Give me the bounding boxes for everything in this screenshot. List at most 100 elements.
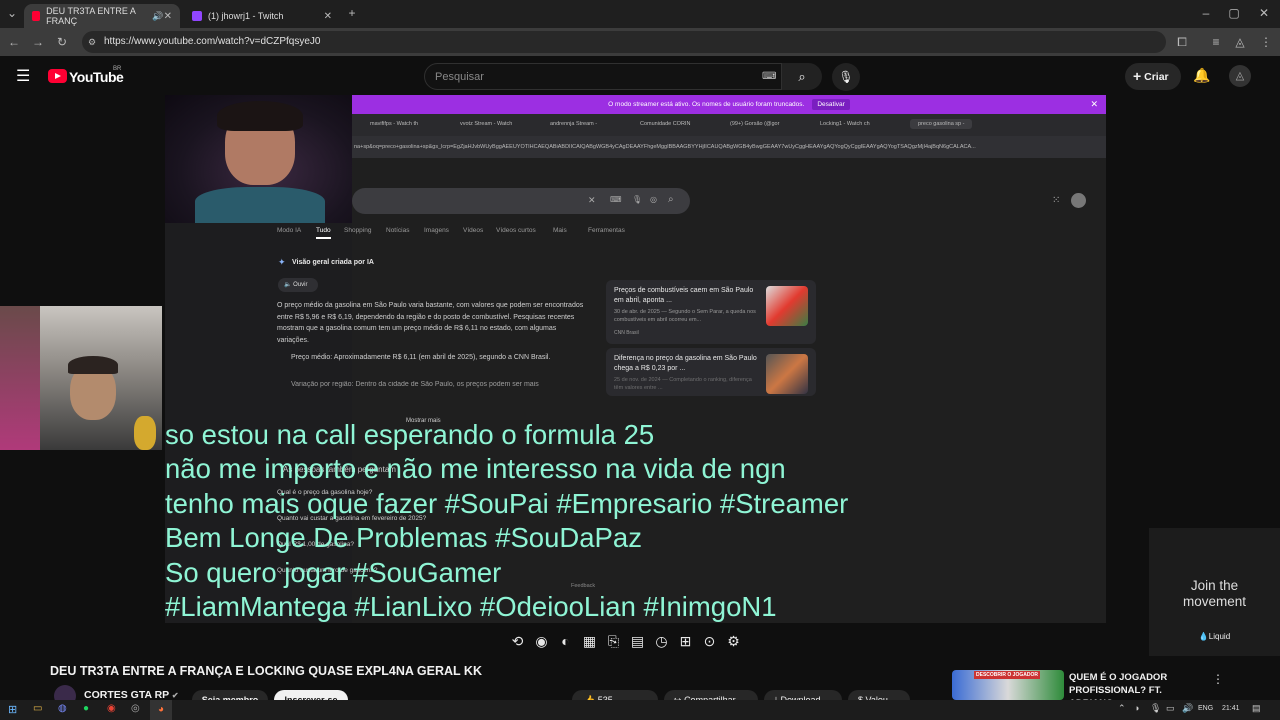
clock[interactable]: 21:41 bbox=[1222, 705, 1240, 712]
camera-icon[interactable]: ⊙ bbox=[702, 633, 717, 650]
create-button[interactable]: + Criar bbox=[1125, 63, 1181, 90]
obs-icon[interactable]: ◎ bbox=[131, 703, 140, 714]
inner-tab-strip: mavififps - Watch th vvotz Stream - Watc… bbox=[352, 114, 1106, 136]
extensions-icon[interactable]: ⧠ bbox=[1174, 34, 1190, 50]
inner-tab: andrennja Stream - bbox=[550, 121, 598, 127]
news-card-desc: 25 de nov. de 2024 — Completando o ranki… bbox=[614, 377, 752, 391]
speed-icon[interactable]: ◷ bbox=[654, 633, 669, 650]
inner-url-bar: na+sp&oq=preco+gasolina+sp&gs_lcrp=EgZja… bbox=[352, 136, 1106, 158]
chrome-icon[interactable]: ◉ bbox=[107, 703, 116, 714]
player-controls: ⟲ ◉ ◐ ▦ ⎘ ▤ ◷ ⊞ ⊙ ⚙ bbox=[510, 630, 760, 652]
tab-title: DEU TR3TA ENTRE A FRANÇ bbox=[46, 6, 136, 26]
webcam-overlay-streamer bbox=[165, 95, 352, 223]
url-text: https://www.youtube.com/watch?v=dCZPfqsy… bbox=[104, 36, 321, 47]
clip-icon[interactable]: ▦ bbox=[582, 633, 597, 650]
youtube-favicon-icon bbox=[32, 11, 41, 21]
streamer-notice-text: O modo streamer está ativo. Os nomes de … bbox=[608, 101, 805, 108]
miniplayer-icon[interactable]: ⊞ bbox=[678, 633, 693, 650]
notifications-bell-icon[interactable]: 🔔 bbox=[1193, 67, 1210, 84]
settings-gear-icon[interactable]: ⚙ bbox=[726, 633, 741, 650]
mic-icon: 🎙 bbox=[632, 195, 643, 204]
ai-bullet: Preço médio: Aproximadamente R$ 6,11 (em… bbox=[291, 354, 551, 361]
suggestion-thumbnail[interactable]: DESCOBRIR O JOGADOR bbox=[952, 670, 1064, 700]
menu-kebab-icon[interactable]: ⋮ bbox=[1258, 34, 1274, 50]
sidebar-ad[interactable]: Join the movement 💧Liquid bbox=[1149, 528, 1280, 656]
ad-brand-label: Liquid bbox=[1208, 632, 1231, 641]
ai-sparkle-icon: ✦ bbox=[278, 257, 286, 267]
back-icon[interactable]: ← bbox=[6, 34, 22, 50]
inner-url-text: na+sp&oq=preco+gasolina+sp&gs_lcrp=EgZja… bbox=[354, 144, 976, 150]
tab-search-icon[interactable]: ⌄ bbox=[4, 5, 20, 21]
close-tab-icon[interactable]: ✕ bbox=[164, 11, 172, 22]
address-bar[interactable]: ⚙ https://www.youtube.com/watch?v=dCZPfq… bbox=[82, 31, 1166, 53]
discord-icon[interactable]: ◍ bbox=[58, 703, 67, 714]
ambient-icon[interactable]: ◉ bbox=[534, 633, 549, 650]
inner-search-tab: Ferramentas bbox=[588, 227, 625, 234]
forward-icon[interactable]: → bbox=[30, 34, 46, 50]
search-button[interactable]: ⌕ bbox=[782, 63, 822, 90]
media-icon[interactable]: ≡ bbox=[1208, 34, 1224, 50]
speaker-icon[interactable]: 🔊 bbox=[152, 11, 163, 22]
caption-line: So quero jogar #SouGamer bbox=[165, 557, 502, 588]
autoplay-icon[interactable]: ◐ bbox=[558, 633, 573, 649]
tab-youtube[interactable]: DEU TR3TA ENTRE A FRANÇ 🔊 ✕ bbox=[24, 4, 180, 28]
inner-tab: Locking1 - Watch ch bbox=[820, 121, 870, 127]
ad-headline: Join the movement bbox=[1182, 578, 1247, 609]
inner-search-tab: Mais bbox=[553, 227, 567, 234]
screenshot-icon[interactable]: ⎘ bbox=[606, 633, 621, 650]
maximize-icon[interactable]: ▢ bbox=[1226, 5, 1242, 21]
firefox-icon[interactable]: ◕ bbox=[150, 700, 172, 720]
news-card-title: Diferença no preço da gasolina em São Pa… bbox=[614, 355, 757, 372]
caption-line: #LiamMantega #LianLixo #OdeiooLian #Inim… bbox=[165, 591, 777, 622]
ad-brand: 💧Liquid bbox=[1198, 632, 1231, 641]
profile-icon[interactable]: ◬ bbox=[1232, 34, 1248, 50]
inner-tab: (99+) Gorsão (@gor bbox=[730, 121, 780, 127]
new-tab-icon[interactable]: + bbox=[344, 5, 360, 21]
reload-icon[interactable]: ↻ bbox=[54, 34, 70, 50]
network-icon[interactable]: ▭ bbox=[1166, 703, 1175, 714]
caption-line: Bem Longe De Problemas #SouDaPaz bbox=[165, 522, 642, 553]
windows-start-icon[interactable]: ⊞ bbox=[8, 703, 17, 716]
inner-tab: Comunidade CORIN bbox=[640, 121, 691, 127]
thumbnail-text: DESCOBRIR O JOGADOR bbox=[974, 671, 1040, 679]
spotify-icon[interactable]: ● bbox=[83, 703, 89, 714]
tray-chevron-icon[interactable]: ⌃ bbox=[1118, 703, 1126, 714]
minimize-icon[interactable]: – bbox=[1198, 5, 1214, 21]
file-explorer-icon[interactable]: ▭ bbox=[33, 703, 42, 714]
ai-overview-text: O preço médio da gasolina em São Paulo v… bbox=[277, 302, 584, 344]
subtitles-icon[interactable]: ▤ bbox=[630, 633, 645, 650]
news-card-desc: 30 de abr. de 2025 — Segundo o Sem Parar… bbox=[614, 309, 756, 323]
tray-cast-icon[interactable]: ◑ bbox=[1134, 703, 1139, 713]
close-tab-icon[interactable]: ✕ bbox=[324, 11, 332, 22]
inner-search-tab: Imagens bbox=[424, 227, 449, 234]
loop-icon[interactable]: ⟲ bbox=[510, 633, 525, 650]
ai-overview-title: Visão geral criada por IA bbox=[292, 259, 374, 266]
keyboard-icon[interactable]: ⌨ bbox=[762, 71, 776, 82]
voice-search-button[interactable]: 🎙 bbox=[832, 63, 860, 91]
close-window-icon[interactable]: ✕ bbox=[1256, 5, 1272, 21]
youtube-search-input[interactable]: Pesquisar ⌨ bbox=[424, 63, 782, 90]
ai-bullet: Variação por região: Dentro da cidade de… bbox=[291, 381, 539, 388]
microphone-icon: 🎙 bbox=[838, 70, 854, 84]
streamer-mode-banner: O modo streamer está ativo. Os nomes de … bbox=[352, 95, 1106, 114]
hamburger-menu-icon[interactable]: ☰ bbox=[16, 66, 30, 86]
deactivate-button: Desativar bbox=[812, 99, 850, 110]
notifications-icon[interactable]: ▤ bbox=[1252, 703, 1261, 714]
tab-title: (1) jhowrj1 - Twitch bbox=[208, 11, 284, 21]
youtube-logo-icon[interactable] bbox=[48, 69, 67, 83]
caption-line: so estou na call esperando o formula 25 bbox=[165, 419, 655, 450]
language-indicator[interactable]: ENG bbox=[1198, 705, 1213, 712]
news-card: Diferença no preço da gasolina em São Pa… bbox=[606, 348, 816, 396]
site-info-icon[interactable]: ⚙ bbox=[88, 31, 96, 53]
inner-search-tab: Vídeos bbox=[463, 227, 484, 234]
microphone-icon[interactable]: 🎙 bbox=[1150, 703, 1161, 714]
search-icon: ⌕ bbox=[798, 69, 806, 84]
inner-search-tab-active: Tudo bbox=[316, 227, 331, 239]
volume-icon[interactable]: 🔊 bbox=[1182, 703, 1193, 714]
avatar[interactable]: ◬ bbox=[1229, 65, 1251, 87]
close-icon: ✕ bbox=[1090, 99, 1098, 109]
listen-button: 🔈 Ouvir bbox=[278, 278, 318, 292]
reactor-cap bbox=[68, 356, 118, 374]
more-options-icon[interactable]: ⋮ bbox=[1212, 672, 1224, 686]
tab-twitch[interactable]: (1) jhowrj1 - Twitch ✕ bbox=[184, 4, 340, 28]
